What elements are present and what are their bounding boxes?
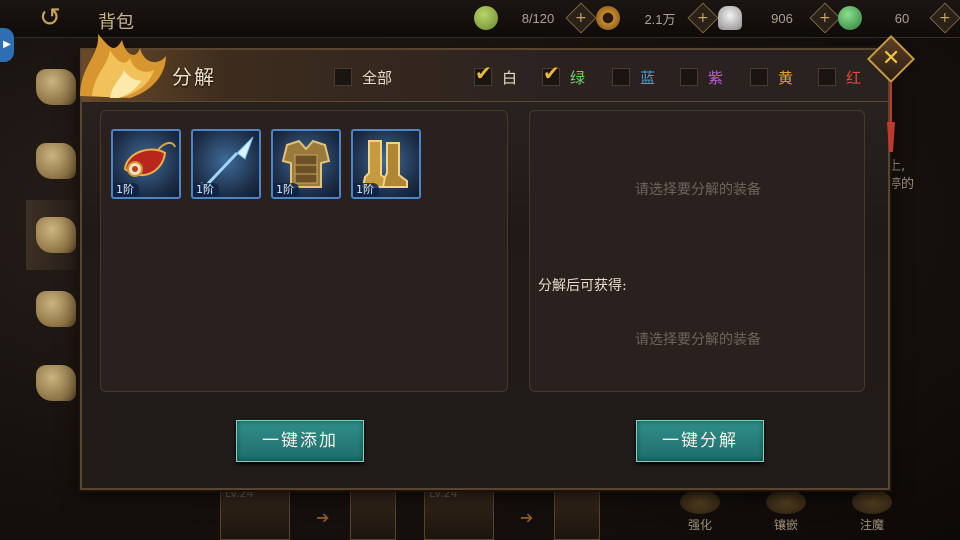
boots-item[interactable]: 1阶	[351, 129, 421, 199]
silver-value: 906	[771, 10, 793, 26]
background-text-line: 上,	[888, 159, 906, 174]
copper-value: 2.1万	[644, 11, 676, 27]
filter-label: 全部	[362, 68, 393, 87]
decompose-all-button[interactable]: 一键分解	[636, 420, 764, 462]
dialog-header: 分解 全部 ✔ 白 ✔ 绿 蓝 紫 黄 红	[80, 34, 888, 102]
filter-all[interactable]: 全部	[334, 66, 392, 88]
background-equip-card: LV.24	[424, 487, 494, 540]
tier-badge: 1阶	[273, 183, 299, 197]
filter-blue[interactable]: 蓝	[612, 66, 655, 88]
tier-badge: 1阶	[113, 183, 139, 197]
decompose-result-panel: 请选择要分解的装备 分解后可获得: 请选择要分解的装备	[529, 110, 865, 392]
checkbox[interactable]	[680, 68, 698, 86]
arrow-right-icon: ➔	[520, 508, 534, 527]
filter-label: 红	[846, 68, 862, 87]
tab-category-5[interactable]	[26, 348, 86, 418]
checkbox[interactable]	[818, 68, 836, 86]
enchant-icon	[852, 490, 892, 514]
copper-coin-icon	[596, 6, 620, 30]
category-icon	[36, 217, 76, 253]
enchant-label: 注魔	[859, 518, 884, 532]
add-capacity-button[interactable]: +	[565, 2, 597, 34]
enhance-button[interactable]: 强化	[670, 490, 730, 536]
category-icon	[36, 143, 76, 179]
inlay-button[interactable]: 镶嵌	[756, 490, 816, 536]
filter-label: 黄	[778, 68, 794, 87]
checkbox[interactable]	[612, 68, 630, 86]
select-hint-bottom: 请选择要分解的装备	[635, 332, 761, 348]
filter-label: 蓝	[640, 68, 656, 87]
filter-red[interactable]: 红	[818, 66, 861, 88]
checkbox[interactable]	[334, 68, 352, 86]
add-copper-button[interactable]: +	[687, 2, 719, 34]
filter-label: 绿	[570, 68, 586, 87]
jade-icon	[838, 6, 862, 30]
back-arrow-icon[interactable]: ↺	[28, 4, 72, 32]
background-text-line: 停的	[888, 177, 915, 192]
background-hero-card	[350, 488, 396, 540]
filter-label: 白	[502, 68, 518, 87]
checkbox-checked[interactable]: ✔	[474, 61, 492, 86]
silver-ingot-icon	[718, 6, 742, 30]
decompose-dialog: 分解 全部 ✔ 白 ✔ 绿 蓝 紫 黄 红 ✕ 1阶 1阶 1阶 1阶 请选择要…	[80, 34, 916, 490]
expand-arrow-icon[interactable]: ▶	[0, 28, 14, 62]
bag-capacity-value: 8/120	[521, 10, 555, 26]
enhance-label: 强化	[687, 518, 712, 532]
filter-green[interactable]: ✔ 绿	[542, 61, 586, 88]
filter-white[interactable]: ✔ 白	[474, 61, 518, 88]
game-screen: ↺ 背包 8/120 + 2.1万 + 906 + 60 + ▶ 上, 停的 L…	[0, 0, 960, 540]
pendant-item[interactable]: 1阶	[111, 129, 181, 199]
background-equipment-row: LV.24 ➔ LV.24 ➔	[220, 487, 620, 540]
tier-badge: 1阶	[193, 183, 219, 197]
flame-ornament-icon	[80, 34, 166, 98]
category-icon	[36, 365, 76, 401]
inlay-label: 镶嵌	[773, 518, 798, 532]
dialog-title: 分解	[172, 65, 216, 89]
enhance-icon	[680, 490, 720, 514]
enchant-button[interactable]: 注魔	[842, 490, 902, 536]
bag-capacity-icon	[474, 6, 498, 30]
background-description: 上, 停的	[888, 158, 914, 194]
bag-category-tabs	[26, 52, 86, 422]
jade-value: 60	[894, 10, 910, 26]
inlay-icon	[766, 490, 806, 514]
tab-category-4[interactable]	[26, 274, 86, 344]
filter-yellow[interactable]: 黄	[750, 66, 793, 88]
arrow-right-icon: ➔	[316, 508, 330, 527]
tier-badge: 1阶	[353, 183, 379, 197]
spear-item[interactable]: 1阶	[191, 129, 261, 199]
checkbox-checked[interactable]: ✔	[542, 61, 560, 86]
resource-silver: 906 +	[718, 2, 841, 34]
resource-bag-capacity: 8/120 +	[474, 2, 597, 34]
background-equip-card: LV.24	[220, 487, 290, 540]
checkbox[interactable]	[750, 68, 768, 86]
resource-copper: 2.1万 +	[596, 2, 719, 34]
add-jade-button[interactable]: +	[929, 2, 960, 34]
resource-jade: 60 +	[838, 2, 960, 34]
add-silver-button[interactable]: +	[809, 2, 841, 34]
add-all-button[interactable]: 一键添加	[236, 420, 364, 462]
background-hero-card	[554, 488, 600, 540]
filter-label: 紫	[708, 68, 724, 87]
tab-category-3[interactable]	[26, 200, 86, 270]
tassel-ornament-icon	[887, 82, 895, 152]
close-icon: ✕	[881, 46, 901, 71]
gain-label: 分解后可获得:	[538, 278, 627, 294]
check-icon: ✔	[543, 61, 560, 85]
category-icon	[36, 291, 76, 327]
armor-item[interactable]: 1阶	[271, 129, 341, 199]
equipment-grid: 1阶 1阶 1阶 1阶	[100, 110, 508, 392]
select-hint-top: 请选择要分解的装备	[635, 182, 761, 198]
tab-category-2[interactable]	[26, 126, 86, 196]
filter-purple[interactable]: 紫	[680, 66, 723, 88]
check-icon: ✔	[475, 61, 492, 85]
